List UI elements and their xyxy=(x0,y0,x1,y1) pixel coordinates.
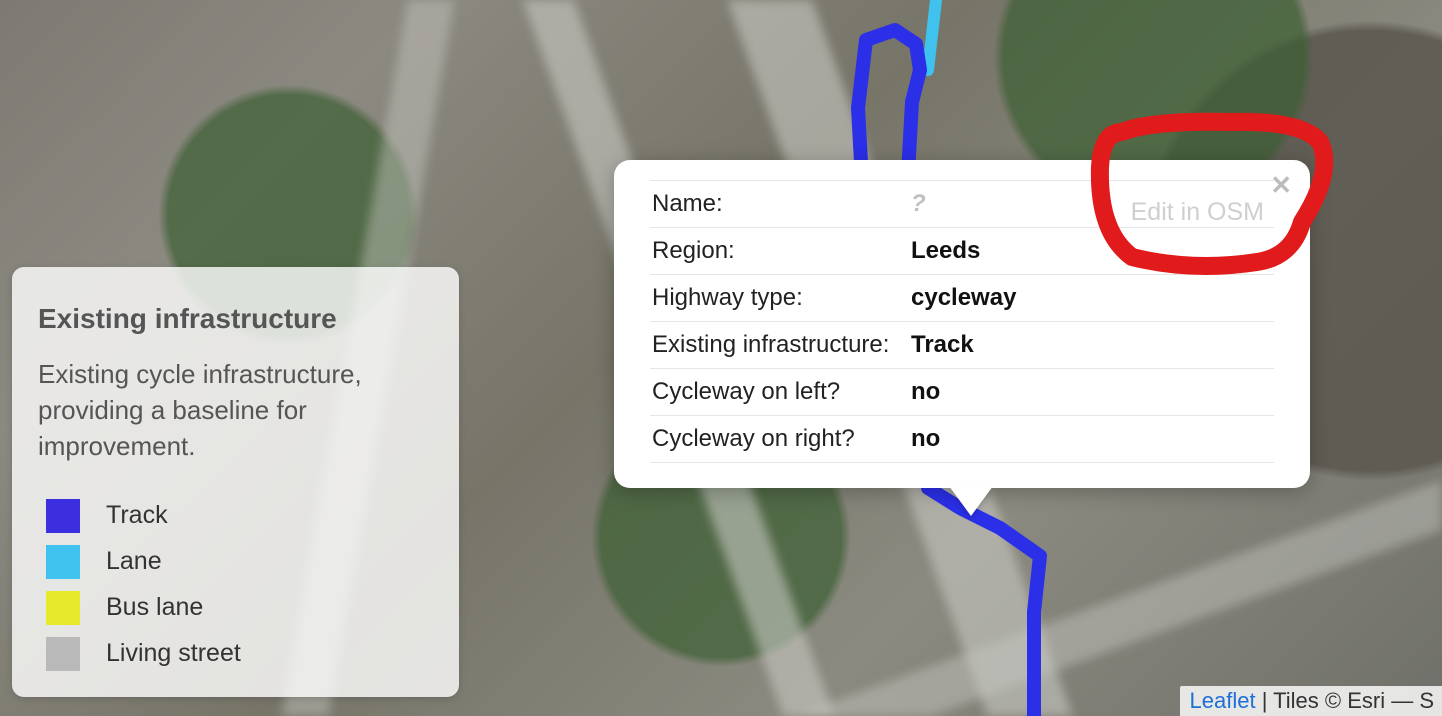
legend-item-label: Track xyxy=(106,501,168,530)
row-value: no xyxy=(909,416,1274,463)
table-row: Existing infrastructure: Track xyxy=(650,322,1274,369)
row-value: Track xyxy=(909,322,1274,369)
legend-title: Existing infrastructure xyxy=(38,303,433,335)
legend-panel: Existing infrastructure Existing cycle i… xyxy=(12,267,459,697)
row-label: Region: xyxy=(650,228,909,275)
swatch-icon xyxy=(46,545,80,579)
table-row: Highway type: cycleway xyxy=(650,275,1274,322)
route-track-south xyxy=(928,488,1040,716)
feature-popup: ✕ Edit in OSM Name: ? Region: Leeds High… xyxy=(614,160,1310,488)
legend-item-bus-lane: Bus lane xyxy=(46,591,433,625)
table-row: Cycleway on left? no xyxy=(650,369,1274,416)
legend-item-living-street: Living street xyxy=(46,637,433,671)
legend-item-label: Living street xyxy=(106,639,241,668)
swatch-icon xyxy=(46,499,80,533)
attribution-text: | Tiles © Esri — S xyxy=(1256,688,1434,713)
legend-item-lane: Lane xyxy=(46,545,433,579)
edit-in-osm-link[interactable]: Edit in OSM xyxy=(1131,198,1264,227)
table-row: Region: Leeds xyxy=(650,228,1274,275)
table-row: Cycleway on right? no xyxy=(650,416,1274,463)
legend-item-label: Bus lane xyxy=(106,593,203,622)
close-icon[interactable]: ✕ xyxy=(1270,172,1292,198)
row-label: Existing infrastructure: xyxy=(650,322,909,369)
swatch-icon xyxy=(46,591,80,625)
row-value: cycleway xyxy=(909,275,1274,322)
route-lane xyxy=(928,0,936,70)
legend-item-track: Track xyxy=(46,499,433,533)
legend-item-label: Lane xyxy=(106,547,162,576)
row-value: Leeds xyxy=(909,228,1274,275)
row-label: Highway type: xyxy=(650,275,909,322)
legend-description: Existing cycle infrastructure, providing… xyxy=(38,357,433,465)
swatch-icon xyxy=(46,637,80,671)
legend-items: Track Lane Bus lane Living street xyxy=(46,499,433,671)
map-attribution: Leaflet | Tiles © Esri — S xyxy=(1180,686,1442,716)
map-canvas[interactable]: Existing infrastructure Existing cycle i… xyxy=(0,0,1442,716)
row-label: Cycleway on right? xyxy=(650,416,909,463)
row-label: Name: xyxy=(650,181,909,228)
leaflet-link[interactable]: Leaflet xyxy=(1190,688,1256,713)
row-value: no xyxy=(909,369,1274,416)
row-label: Cycleway on left? xyxy=(650,369,909,416)
